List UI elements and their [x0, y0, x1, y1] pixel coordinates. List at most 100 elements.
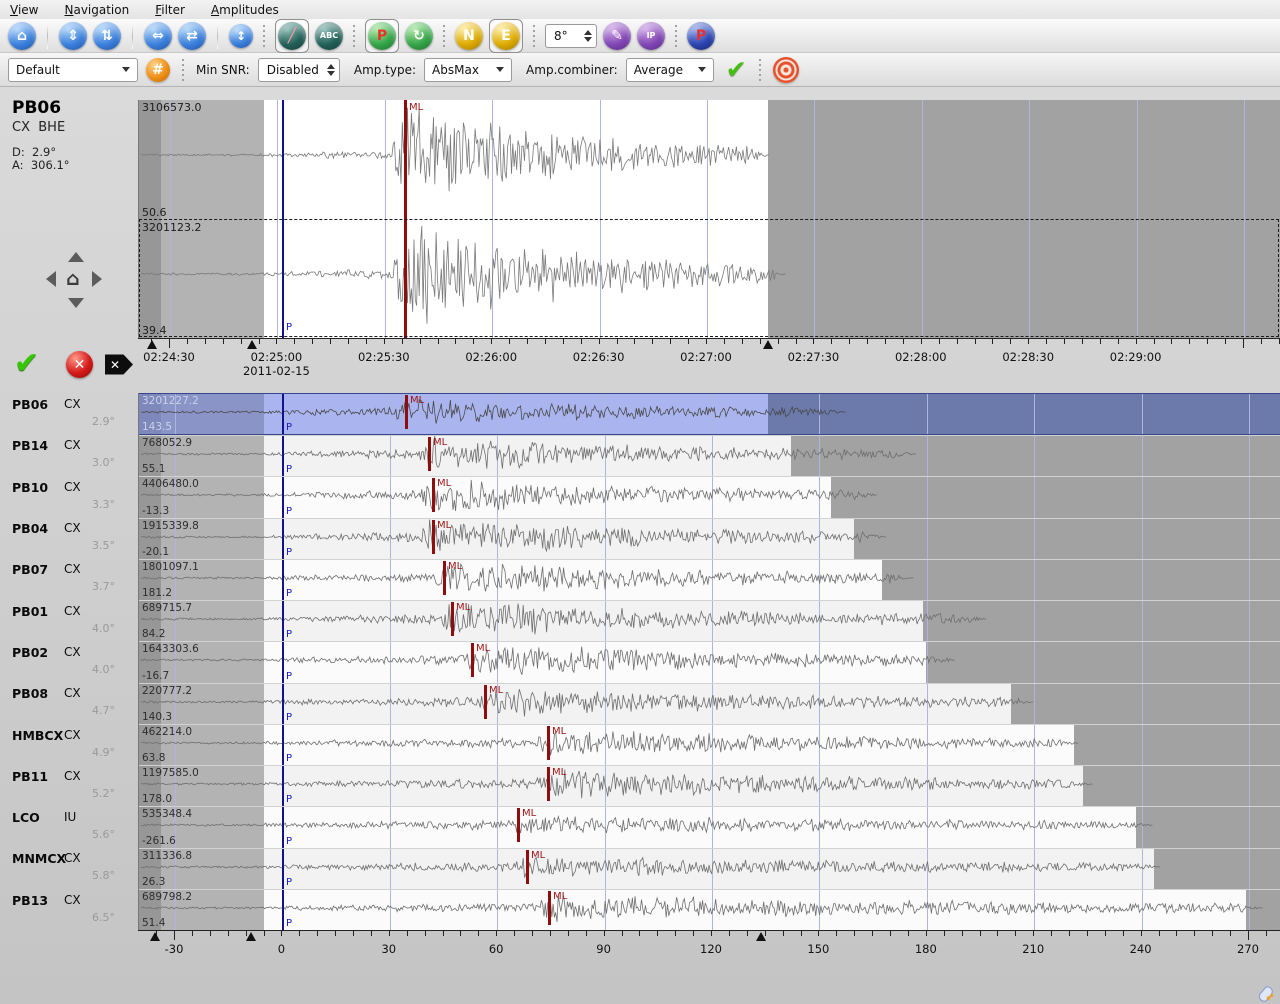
- station-label-PB04[interactable]: PB04CX3.5°: [0, 517, 138, 558]
- ml-pick-line[interactable]: [547, 726, 550, 760]
- tick: [831, 339, 832, 344]
- pick-ip-icon[interactable]: IP: [637, 22, 665, 50]
- p-pick-line[interactable]: [282, 890, 284, 930]
- ml-pick-line[interactable]: [432, 520, 435, 554]
- station-label-HMBCX[interactable]: HMBCXCX4.9°: [0, 724, 138, 765]
- target-button[interactable]: [773, 57, 799, 83]
- fit-vertical-icon[interactable]: ⇅: [93, 22, 121, 50]
- component-n-icon[interactable]: N: [455, 22, 483, 50]
- trace-row-PB11[interactable]: PML1197585.0178.0: [139, 765, 1280, 806]
- trace-row-PB14[interactable]: PML768052.955.1: [139, 435, 1280, 476]
- menu-amplitudes[interactable]: Amplitudes: [211, 3, 279, 17]
- p-pick-line[interactable]: [282, 766, 284, 806]
- ml-pick-line[interactable]: [428, 437, 431, 471]
- p-pick-line[interactable]: [282, 601, 284, 641]
- tick: [957, 339, 958, 344]
- reject-exit-button[interactable]: ✕: [105, 352, 133, 377]
- amplitude-scale-icon[interactable]: ↕: [229, 24, 253, 48]
- expand-horizontal-icon[interactable]: ⇔: [144, 22, 172, 50]
- p-pick-line[interactable]: [282, 394, 284, 434]
- station-label-MNMCX[interactable]: MNMCXCX5.8°: [0, 847, 138, 888]
- component-e-icon[interactable]: E: [492, 22, 520, 50]
- station-label-PB02[interactable]: PB02CX4.0°: [0, 641, 138, 682]
- station-label-PB13[interactable]: PB13CX6.5°: [0, 889, 138, 930]
- home-icon[interactable]: ⌂: [8, 22, 36, 50]
- zoom-trace-panel[interactable]: MLP3106573.050.63201123.239.4: [138, 100, 1280, 338]
- p-pick-line[interactable]: [282, 519, 284, 559]
- tick: [742, 339, 743, 344]
- trace-row-PB07[interactable]: PML1801097.1181.2: [139, 559, 1280, 600]
- profile-combobox[interactable]: Default: [8, 58, 138, 82]
- nav-home-button[interactable]: ⌂: [66, 270, 80, 289]
- confirm-button[interactable]: ✔: [14, 349, 39, 379]
- trace-row-PB06[interactable]: PML3201227.2143.5: [139, 393, 1280, 435]
- amp-type-combobox[interactable]: AbsMax: [424, 58, 512, 82]
- station-label-PB10[interactable]: PB10CX3.3°: [0, 476, 138, 517]
- station-label-PB01[interactable]: PB01CX4.0°: [0, 600, 138, 641]
- amp-combiner-combobox[interactable]: Average: [626, 58, 714, 82]
- p-pick-line[interactable]: [282, 725, 284, 765]
- trace-row-PB01[interactable]: PML689715.784.2: [139, 600, 1280, 641]
- p-pick-line[interactable]: [282, 849, 284, 889]
- ml-pick-line[interactable]: [547, 767, 550, 801]
- p-pick-line[interactable]: [282, 642, 284, 682]
- trace-row-PB13[interactable]: PML689798.251.4: [139, 889, 1280, 930]
- p-pick-line[interactable]: [282, 560, 284, 600]
- spin-arrows-icon[interactable]: [584, 30, 592, 42]
- ml-pick-line[interactable]: [451, 602, 454, 636]
- apply-check-button[interactable]: ✔: [726, 57, 747, 82]
- tick: [1171, 339, 1172, 344]
- tick: [693, 931, 694, 936]
- nav-up-button[interactable]: [68, 252, 84, 262]
- ruler-pick-icon[interactable]: ╱: [278, 22, 306, 50]
- pick-p-icon[interactable]: P: [368, 22, 396, 50]
- trace-row-PB02[interactable]: PML1643303.6-16.7: [139, 641, 1280, 682]
- tick: [849, 339, 850, 344]
- ml-pick-line[interactable]: [432, 478, 435, 512]
- station-label-PB14[interactable]: PB14CX3.0°: [0, 434, 138, 475]
- nav-right-button[interactable]: [92, 271, 102, 287]
- edit-pick-icon[interactable]: ✎: [603, 22, 631, 50]
- phase-abc-icon[interactable]: ABC: [315, 22, 343, 50]
- p-pick-line[interactable]: [282, 807, 284, 847]
- tick: [568, 931, 569, 936]
- recompute-amplitudes-icon[interactable]: ↻: [405, 22, 433, 50]
- ml-pick-line[interactable]: [548, 891, 551, 925]
- p-pick-line[interactable]: [282, 684, 284, 724]
- ml-pick-line[interactable]: [517, 808, 520, 842]
- ml-pick-line[interactable]: [484, 685, 487, 719]
- min-snr-spinbox[interactable]: Disabled: [258, 58, 340, 82]
- station-label-PB11[interactable]: PB11CX5.2°: [0, 765, 138, 806]
- p-pick-line[interactable]: [282, 436, 284, 476]
- hash-button[interactable]: #: [146, 58, 170, 82]
- trace-row-PB08[interactable]: PML220777.2140.3: [139, 683, 1280, 724]
- p-pick-label: P: [286, 547, 292, 558]
- nav-left-button[interactable]: [46, 271, 56, 287]
- spin-arrows-icon[interactable]: [327, 64, 335, 76]
- menu-navigation[interactable]: Navigation: [64, 3, 129, 17]
- trace-row-HMBCX[interactable]: PML462214.063.8: [139, 724, 1280, 765]
- station-label-PB08[interactable]: PB08CX4.7°: [0, 682, 138, 723]
- ml-pick-line[interactable]: [526, 850, 529, 884]
- menu-view[interactable]: View: [10, 3, 38, 17]
- trace-row-MNMCX[interactable]: PML311336.826.3: [139, 848, 1280, 889]
- expand-vertical-icon[interactable]: ⇕: [59, 22, 87, 50]
- menu-filter[interactable]: Filter: [155, 3, 185, 17]
- pick-pv-icon[interactable]: P: [687, 22, 715, 50]
- ml-pick-line[interactable]: [471, 643, 474, 677]
- ml-pick-line[interactable]: [405, 395, 408, 429]
- nav-down-button[interactable]: [68, 298, 84, 308]
- reject-button[interactable]: ✕: [66, 351, 93, 378]
- ml-pick-line[interactable]: [443, 561, 446, 595]
- trace-row-PB10[interactable]: PML4406480.0-13.3: [139, 476, 1280, 517]
- rotation-angle-spinbox[interactable]: 8°: [545, 24, 597, 48]
- p-pick-line[interactable]: [282, 477, 284, 517]
- station-network: IU: [64, 810, 76, 824]
- station-label-LCO[interactable]: LCOIU5.6°: [0, 806, 138, 847]
- station-label-PB07[interactable]: PB07CX3.7°: [0, 558, 138, 599]
- station-label-PB06[interactable]: PB06CX2.9°: [0, 393, 138, 434]
- trace-row-LCO[interactable]: PML535348.4-261.6: [139, 806, 1280, 847]
- fit-horizontal-icon[interactable]: ⇄: [178, 22, 206, 50]
- trace-row-PB04[interactable]: PML1915339.8-20.1: [139, 518, 1280, 559]
- tick: [992, 339, 993, 344]
